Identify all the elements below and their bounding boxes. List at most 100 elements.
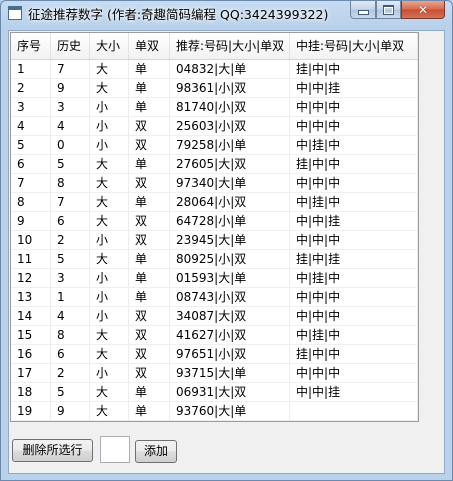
cell-parity: 单 [129, 155, 170, 174]
cell-recommend: 93760|大|单 [170, 402, 290, 421]
cell-size: 小 [90, 98, 129, 117]
cell-size: 大 [90, 174, 129, 193]
cell-history: 5 [51, 383, 90, 402]
cell-size: 小 [90, 231, 129, 250]
cell-parity: 单 [129, 269, 170, 288]
cell-recommend: 81740|小|双 [170, 98, 290, 117]
cell-size: 大 [90, 155, 129, 174]
cell-index: 5 [11, 136, 51, 155]
cell-hit-miss: 挂|中|中 [290, 345, 418, 364]
close-button[interactable]: ✕ [401, 1, 445, 19]
cell-size: 大 [90, 212, 129, 231]
cell-parity: 双 [129, 364, 170, 383]
cell-index: 13 [11, 288, 51, 307]
cell-index: 11 [11, 250, 51, 269]
cell-recommend: 23945|大|单 [170, 231, 290, 250]
table-row[interactable]: 11 5 大单 80925|小|双 挂|中|挂 [11, 250, 418, 269]
table-row[interactable]: 4 4 小双 25603|小|双 中|中|中 [11, 117, 418, 136]
table-row[interactable]: 15 8 大双 41627|小|双 中|挂|中 [11, 326, 418, 345]
minimize-button[interactable] [350, 1, 376, 19]
table-row[interactable]: 5 0 小双 79258|小|单 中|挂|中 [11, 136, 418, 155]
table-row[interactable]: 3 3 小单 81740|小|双 中|中|中 [11, 98, 418, 117]
table-row[interactable]: 1 7 大单 04832|大|单 挂|中|中 [11, 60, 418, 79]
results-table[interactable]: 序号 历史 大小 单双 推荐:号码|大小|单双 中挂:号码|大小|单双 17大单… [10, 32, 419, 422]
cell-hit-miss: 中|挂|中 [290, 269, 418, 288]
cell-recommend: 01593|大|单 [170, 269, 290, 288]
cell-hit-miss: 中|中|中 [290, 174, 418, 193]
table-row[interactable]: 14 4 小双 34087|大|双 中|中|中 [11, 307, 418, 326]
cell-parity: 单 [129, 383, 170, 402]
cell-size: 小 [90, 307, 129, 326]
minimize-icon [357, 10, 369, 15]
cell-recommend: 04832|大|单 [170, 60, 290, 79]
cell-parity: 双 [129, 136, 170, 155]
title-bar[interactable]: 征途推荐数字 (作者:奇趣简码编程 QQ:3424399322) ✕ [1, 1, 452, 28]
table-row[interactable]: 12 3 小单 01593|大|单 中|挂|中 [11, 269, 418, 288]
cell-index: 8 [11, 193, 51, 212]
column-header-hit-miss[interactable]: 中挂:号码|大小|单双 [290, 33, 418, 59]
app-window: 征途推荐数字 (作者:奇趣简码编程 QQ:3424399322) ✕ 序号 历史… [0, 0, 453, 481]
cell-recommend: 27605|大|双 [170, 155, 290, 174]
cell-history: 4 [51, 117, 90, 136]
cell-index: 15 [11, 326, 51, 345]
cell-recommend: 28064|小|双 [170, 193, 290, 212]
cell-history: 4 [51, 307, 90, 326]
cell-parity: 双 [129, 231, 170, 250]
cell-recommend: 97340|大|单 [170, 174, 290, 193]
table-row[interactable]: 9 6 大双 64728|小|单 中|中|挂 [11, 212, 418, 231]
table-row[interactable]: 13 1 小单 08743|小|双 中|中|中 [11, 288, 418, 307]
cell-size: 小 [90, 136, 129, 155]
column-header-recommend[interactable]: 推荐:号码|大小|单双 [170, 33, 290, 59]
cell-size: 大 [90, 250, 129, 269]
cell-index: 18 [11, 383, 51, 402]
maximize-icon [383, 4, 394, 15]
cell-index: 3 [11, 98, 51, 117]
cell-parity: 双 [129, 345, 170, 364]
column-header-index[interactable]: 序号 [11, 33, 51, 59]
cell-recommend: 97651|小|双 [170, 345, 290, 364]
column-header-history[interactable]: 历史 [51, 33, 90, 59]
cell-index: 14 [11, 307, 51, 326]
cell-index: 9 [11, 212, 51, 231]
cell-hit-miss: 中|中|中 [290, 98, 418, 117]
table-row[interactable]: 18 5 大单 06931|大|双 中|中|挂 [11, 383, 418, 402]
maximize-button[interactable] [376, 1, 401, 19]
cell-history: 3 [51, 269, 90, 288]
cell-parity: 单 [129, 250, 170, 269]
cell-hit-miss: 中|中|中 [290, 117, 418, 136]
table-row[interactable]: 8 7 大单 28064|小|双 中|挂|中 [11, 193, 418, 212]
cell-recommend: 06931|大|双 [170, 383, 290, 402]
add-button[interactable]: 添加 [135, 440, 177, 463]
table-row[interactable]: 6 5 大单 27605|大|双 挂|中|中 [11, 155, 418, 174]
cell-size: 大 [90, 383, 129, 402]
cell-size: 小 [90, 117, 129, 136]
column-header-size[interactable]: 大小 [90, 33, 129, 59]
cell-size: 大 [90, 402, 129, 421]
cell-hit-miss: 挂|中|挂 [290, 250, 418, 269]
cell-index: 12 [11, 269, 51, 288]
cell-index: 6 [11, 155, 51, 174]
table-row[interactable]: 2 9 大单 98361|小|双 中|中|挂 [11, 79, 418, 98]
cell-hit-miss: 挂|中|中 [290, 155, 418, 174]
table-row[interactable]: 16 6 大双 97651|小|双 挂|中|中 [11, 345, 418, 364]
cell-recommend: 25603|小|双 [170, 117, 290, 136]
delete-selected-button[interactable]: 删除所选行 [12, 439, 93, 462]
cell-history: 9 [51, 402, 90, 421]
table-row[interactable]: 17 2 小双 93715|大|单 中|中|中 [11, 364, 418, 383]
cell-hit-miss: 中|挂|中 [290, 193, 418, 212]
window-title: 征途推荐数字 (作者:奇趣简码编程 QQ:3424399322) [28, 7, 329, 22]
cell-hit-miss: 中|挂|中 [290, 326, 418, 345]
column-header-parity[interactable]: 单双 [129, 33, 170, 59]
cell-recommend: 41627|小|双 [170, 326, 290, 345]
add-number-input[interactable] [100, 436, 130, 463]
table-row[interactable]: 7 8 大双 97340|大|单 中|中|中 [11, 174, 418, 193]
table-row[interactable]: 10 2 小双 23945|大|单 中|中|中 [11, 231, 418, 250]
cell-history: 1 [51, 288, 90, 307]
table-row[interactable]: 19 9 大单 93760|大|单 [11, 402, 418, 421]
cell-history: 2 [51, 364, 90, 383]
cell-recommend: 64728|小|单 [170, 212, 290, 231]
cell-index: 1 [11, 60, 51, 79]
cell-size: 大 [90, 345, 129, 364]
cell-index: 19 [11, 402, 51, 421]
cell-parity: 单 [129, 98, 170, 117]
